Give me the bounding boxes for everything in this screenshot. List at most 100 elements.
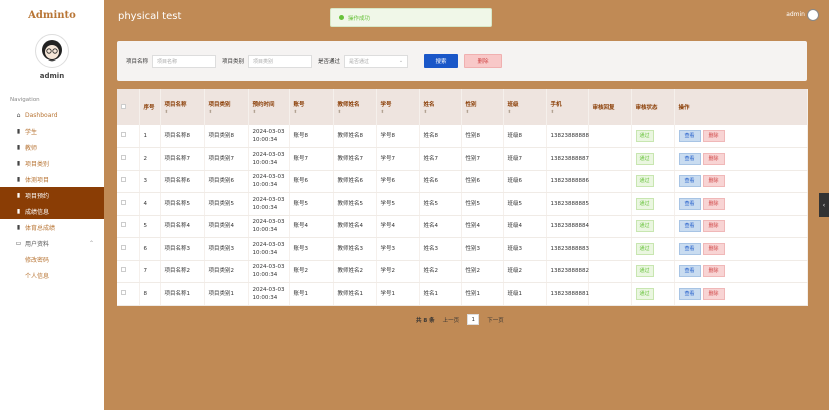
side-panel-toggle[interactable]: ‹ bbox=[819, 193, 829, 217]
view-button[interactable]: 查看 bbox=[678, 220, 701, 233]
sort-icon: ⬍ bbox=[380, 109, 385, 115]
row-checkbox[interactable] bbox=[121, 132, 126, 137]
row-select-cell[interactable] bbox=[117, 192, 140, 216]
project-name-input[interactable]: 项目名称 bbox=[152, 54, 217, 68]
sort-icon: ⬍ bbox=[337, 109, 342, 115]
table-cell: 学号5 bbox=[376, 192, 420, 216]
next-page-button[interactable]: 下一页 bbox=[487, 316, 504, 324]
row-select-cell[interactable] bbox=[117, 147, 140, 171]
delete-button[interactable]: 删除 bbox=[702, 197, 725, 210]
total-count: 共 8 条 bbox=[416, 317, 435, 324]
column-header[interactable]: 班级 ⬍ bbox=[503, 89, 547, 125]
sidebar-item-scores[interactable]: ▮ 成绩信息 bbox=[0, 203, 104, 219]
column-header[interactable]: 账号 ⬍ bbox=[289, 89, 334, 125]
sidebar-item-reservations[interactable]: ▮ 项目预约 bbox=[0, 187, 104, 203]
row-checkbox[interactable] bbox=[121, 244, 126, 250]
table-row: 3 项目名称6 项目类别6 2024-03-03 10:00:34 账号6 教师姓名6 学号… bbox=[117, 170, 808, 193]
view-button[interactable]: 查看 bbox=[678, 265, 701, 278]
sidebar-item-students[interactable]: ▮ 学生 bbox=[0, 123, 104, 139]
sidebar-item-user-profile[interactable]: ▭ 用户资料 ⌃ bbox=[0, 235, 104, 251]
view-button[interactable]: 查看 bbox=[678, 242, 701, 255]
view-button[interactable]: 查看 bbox=[678, 197, 701, 210]
column-header[interactable]: 项目名称 ⬍ bbox=[160, 89, 205, 125]
table-cell: 教师姓名4 bbox=[333, 215, 377, 238]
header-avatar[interactable] bbox=[807, 9, 819, 21]
view-button[interactable]: 查看 bbox=[678, 152, 701, 165]
select-all-cell[interactable] bbox=[117, 89, 140, 125]
row-checkbox[interactable] bbox=[121, 199, 126, 205]
passed-select[interactable]: 是否通过 ⌄ bbox=[344, 54, 409, 68]
table-cell: 13823888886 bbox=[546, 170, 589, 193]
row-select-cell[interactable] bbox=[117, 170, 140, 193]
view-button[interactable]: 查看 bbox=[678, 175, 701, 188]
row-select-cell[interactable] bbox=[117, 282, 140, 306]
sort-icon: ⬍ bbox=[507, 109, 512, 115]
row-checkbox[interactable] bbox=[121, 267, 126, 273]
table-cell: 教师姓名5 bbox=[333, 192, 377, 216]
row-select-cell[interactable] bbox=[117, 260, 140, 283]
table-cell: 性别7 bbox=[461, 147, 504, 171]
column-header[interactable]: 项目类别 ⬍ bbox=[204, 89, 249, 125]
project-category-input[interactable]: 项目类别 bbox=[248, 54, 313, 68]
brand-logo[interactable]: Adminto bbox=[0, 0, 104, 30]
table-cell: 账号3 bbox=[289, 237, 334, 261]
batch-delete-button[interactable]: 删除 bbox=[464, 54, 503, 68]
table-cell bbox=[588, 147, 632, 171]
table-cell: 13823888885 bbox=[546, 192, 589, 216]
sidebar-item-dashboard[interactable]: ⌂ Dashboard bbox=[0, 107, 104, 123]
table-cell: 教师姓名3 bbox=[333, 237, 377, 261]
delete-button[interactable]: 删除 bbox=[702, 175, 725, 188]
table-cell: 学号6 bbox=[376, 170, 420, 193]
column-header[interactable]: 姓名 ⬍ bbox=[419, 89, 462, 125]
select-all-checkbox[interactable] bbox=[121, 103, 126, 109]
header-user-name[interactable]: admin bbox=[786, 11, 805, 18]
delete-button[interactable]: 删除 bbox=[702, 242, 725, 255]
table-cell: 账号2 bbox=[289, 260, 334, 283]
sidebar-item-change-password[interactable]: 修改密码 bbox=[0, 251, 104, 267]
search-button[interactable]: 搜索 bbox=[424, 54, 459, 68]
sidebar-item-teachers[interactable]: ▮ 教师 bbox=[0, 139, 104, 155]
column-header[interactable]: 学号 ⬍ bbox=[376, 89, 420, 125]
table-cell: 教师姓名8 bbox=[333, 125, 377, 148]
table-row: 1 项目名称8 项目类别8 2024-03-03 10:00:34 账号8 教师姓名8 学号… bbox=[117, 125, 808, 148]
delete-button[interactable]: 删除 bbox=[702, 265, 725, 278]
chart-icon: ▮ bbox=[16, 143, 21, 151]
row-select-cell[interactable] bbox=[117, 237, 140, 261]
table-cell: 7 bbox=[139, 260, 161, 283]
current-page[interactable]: 1 bbox=[467, 314, 480, 325]
table-cell: 性别1 bbox=[461, 282, 504, 306]
column-header[interactable]: 预约时间 ⬍ bbox=[248, 89, 290, 125]
delete-button[interactable]: 删除 bbox=[702, 287, 725, 300]
sidebar-item-project-category[interactable]: ▮ 项目类别 bbox=[0, 155, 104, 171]
sidebar-item-label: 修改密码 bbox=[25, 256, 50, 264]
column-header[interactable]: 手机 ⬍ bbox=[546, 89, 589, 125]
user-avatar[interactable] bbox=[35, 34, 69, 68]
delete-button[interactable]: 删除 bbox=[702, 130, 725, 142]
sidebar-item-test-projects[interactable]: ▮ 体测项目 bbox=[0, 171, 104, 187]
prev-page-button[interactable]: 上一页 bbox=[443, 316, 460, 324]
delete-button[interactable]: 删除 bbox=[702, 152, 725, 165]
table-row: 6 项目名称3 项目类别3 2024-03-03 10:00:34 账号3 教师姓名3 学号… bbox=[117, 237, 808, 261]
row-checkbox[interactable] bbox=[121, 154, 126, 160]
table-cell: 班级2 bbox=[503, 260, 547, 283]
view-button[interactable]: 查看 bbox=[678, 287, 701, 300]
column-header[interactable]: 教师姓名 ⬍ bbox=[333, 89, 377, 125]
table-cell: 项目名称1 bbox=[160, 282, 205, 306]
row-checkbox[interactable] bbox=[121, 177, 126, 183]
row-checkbox[interactable] bbox=[121, 222, 126, 228]
row-select-cell[interactable] bbox=[117, 125, 140, 148]
sidebar-item-personal-info[interactable]: 个人信息 bbox=[0, 267, 104, 283]
view-button[interactable]: 查看 bbox=[678, 130, 701, 142]
table-cell: 项目类别8 bbox=[204, 125, 249, 148]
sort-icon: ⬍ bbox=[164, 109, 169, 115]
row-select-cell[interactable] bbox=[117, 215, 140, 238]
delete-button[interactable]: 删除 bbox=[702, 220, 725, 233]
column-header: 审核状态 bbox=[631, 89, 675, 125]
row-checkbox[interactable] bbox=[121, 289, 126, 295]
sidebar-item-total-scores[interactable]: ▮ 体育总成绩 bbox=[0, 219, 104, 235]
table-cell bbox=[588, 170, 632, 193]
list-icon: ▮ bbox=[16, 223, 21, 231]
actions-cell: 查看 删除 bbox=[674, 125, 808, 148]
column-header[interactable]: 性别 ⬍ bbox=[461, 89, 504, 125]
table-cell: 学号2 bbox=[376, 260, 420, 283]
